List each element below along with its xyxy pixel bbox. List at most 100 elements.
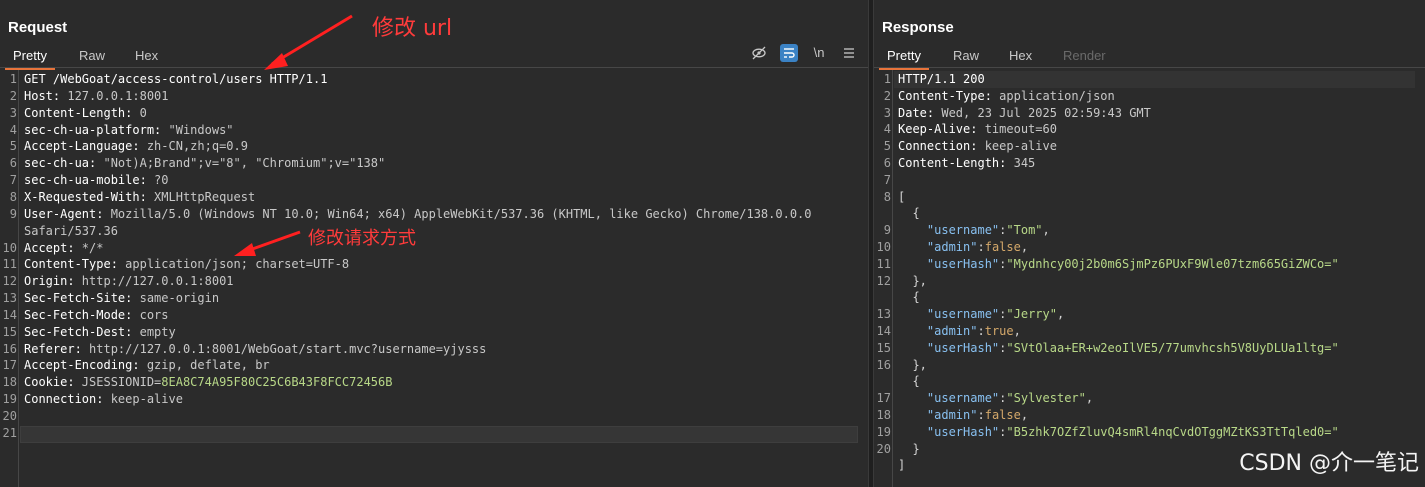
response-line: { — [874, 373, 1425, 390]
line-number: 5 — [883, 139, 891, 154]
json-punctuation: } — [898, 441, 920, 456]
line-content: Content-Type: application/json — [898, 88, 1115, 105]
line-number: 15 — [876, 340, 891, 355]
json-punctuation: , — [1085, 391, 1094, 406]
response-line: 5 Connection: keep-alive — [874, 138, 1425, 155]
tab-hex[interactable]: Hex — [1009, 48, 1032, 63]
json-punctuation: , — [1020, 240, 1029, 254]
line-content: HTTP/1.1 200 — [898, 71, 985, 88]
response-line: { — [874, 289, 1425, 306]
line-content: Connection: keep-alive — [898, 138, 1057, 155]
line-number: 20 — [876, 441, 891, 456]
line-content: }, — [898, 273, 927, 290]
response-line: 11 "userHash":"Mydnhcy00j2b0m6SjmPz6PUxF… — [874, 256, 1425, 273]
line-number: 16 — [876, 357, 891, 372]
response-line: 13 "username":"Jerry", — [874, 306, 1425, 323]
line-content: Keep-Alive: timeout=60 — [898, 121, 1057, 138]
json-key: "admin" — [898, 324, 978, 338]
response-line: 10 "admin":false, — [874, 239, 1425, 256]
json-string: "Sylvester" — [1006, 391, 1086, 406]
line-number: 11 — [876, 256, 891, 271]
response-line: { — [874, 205, 1425, 222]
request-panel: Request Pretty Raw Hex \n 1 GET /WebGoat/… — [0, 0, 868, 487]
header-name: Connection: — [898, 139, 978, 154]
json-punctuation: { — [898, 374, 920, 389]
line-content: Content-Length: 345 — [898, 155, 1035, 172]
line-number: 9 — [883, 223, 891, 238]
header-name: Date: — [898, 105, 935, 120]
line-content: "username":"Jerry", — [898, 306, 1064, 323]
json-key: "userHash" — [898, 424, 1000, 439]
response-line: 18 "admin":false, — [874, 407, 1425, 424]
header-value: Wed, 23 Jul 2025 02:59:43 GMT — [934, 105, 1151, 120]
json-punctuation: { — [898, 206, 920, 221]
json-string: "Jerry" — [1006, 307, 1057, 322]
line-content: { — [898, 289, 920, 306]
line-content: "userHash":"Mydnhcy00j2b0m6SjmPz6PUxF9Wl… — [898, 256, 1339, 273]
line-number: 12 — [876, 273, 891, 288]
json-key: "username" — [898, 391, 1000, 406]
response-line: 19 "userHash":"B5zhk7OZfZluvQ4smRl4nqCvd… — [874, 424, 1425, 441]
response-line: 2 Content-Type: application/json — [874, 88, 1425, 105]
response-line: 9 "username":"Tom", — [874, 222, 1425, 239]
line-number: 6 — [883, 156, 891, 170]
json-key: "admin" — [898, 408, 978, 422]
json-punctuation: , — [1042, 223, 1050, 238]
line-content: }, — [898, 357, 927, 374]
line-content: { — [898, 373, 920, 390]
response-line: 17 "username":"Sylvester", — [874, 390, 1425, 407]
json-literal: false — [984, 240, 1021, 254]
header-name: Content-Type: — [898, 88, 992, 103]
line-number: 3 — [883, 105, 891, 120]
line-number: 10 — [876, 240, 891, 254]
line-content: "userHash":"B5zhk7OZfZluvQ4smRl4nqCvdOTg… — [898, 424, 1339, 441]
json-key: "username" — [898, 307, 1000, 322]
line-content: { — [898, 205, 920, 222]
header-value: timeout=60 — [977, 122, 1057, 137]
line-content: "admin":false, — [898, 407, 1028, 424]
json-string: "SVtOlaa+ER+w2eoIlVE5/77umvhcsh5V8UyDLUa… — [1006, 340, 1339, 355]
header-value: application/json — [991, 88, 1115, 103]
json-separator: : — [977, 408, 985, 422]
line-content: [ — [898, 189, 905, 206]
line-number: 7 — [883, 172, 891, 187]
line-content: "admin":true, — [898, 323, 1021, 340]
json-punctuation: , — [1020, 408, 1029, 422]
line-content: } — [898, 441, 920, 458]
response-line: 12 }, — [874, 273, 1425, 290]
line-number: 13 — [876, 307, 891, 322]
tab-pretty[interactable]: Pretty — [879, 48, 929, 70]
tab-raw[interactable]: Raw — [953, 48, 979, 63]
response-editor[interactable]: 1 HTTP/1.1 200 2 Content-Type: application/… — [874, 70, 1425, 487]
json-key: "userHash" — [898, 340, 1000, 355]
response-line: 14 "admin":true, — [874, 323, 1425, 340]
json-punctuation: }, — [898, 273, 927, 288]
line-number: 18 — [876, 408, 891, 422]
json-literal: false — [984, 408, 1021, 422]
line-content: "userHash":"SVtOlaa+ER+w2eoIlVE5/77umvhc… — [898, 340, 1339, 357]
response-line: 7 — [874, 172, 1425, 189]
json-punctuation: ] — [898, 458, 906, 473]
header-name: HTTP/1.1 200 — [898, 72, 985, 86]
header-name: Keep-Alive: — [898, 122, 978, 137]
json-separator: : — [977, 324, 985, 338]
watermark: CSDN @介一笔记 — [1239, 451, 1419, 476]
json-key: "userHash" — [898, 256, 1000, 271]
json-punctuation: }, — [898, 357, 927, 372]
response-panel: Response Pretty Raw Hex Render 1 HTTP/1.1… — [874, 0, 1425, 487]
response-line: 15 "userHash":"SVtOlaa+ER+w2eoIlVE5/77um… — [874, 340, 1425, 357]
json-string: "B5zhk7OZfZluvQ4smRl4nqCvdOTggMZtKS3TtTq… — [1006, 424, 1339, 439]
json-string: "Mydnhcy00j2b0m6SjmPz6PUxF9Wle07tzm665Gi… — [1006, 256, 1339, 271]
json-punctuation: , — [1056, 307, 1065, 322]
json-separator: : — [977, 240, 985, 254]
line-content: "admin":false, — [898, 239, 1028, 256]
method-annotation-arrow — [234, 230, 301, 256]
json-punctuation: , — [1013, 324, 1021, 338]
response-line: 16 }, — [874, 357, 1425, 374]
line-content: "username":"Sylvester", — [898, 390, 1093, 407]
line-number: 17 — [876, 391, 891, 406]
header-name: Content-Length: — [898, 156, 1007, 170]
response-title: Response — [882, 19, 954, 36]
json-punctuation: { — [898, 290, 920, 305]
response-line: 4 Keep-Alive: timeout=60 — [874, 121, 1425, 138]
